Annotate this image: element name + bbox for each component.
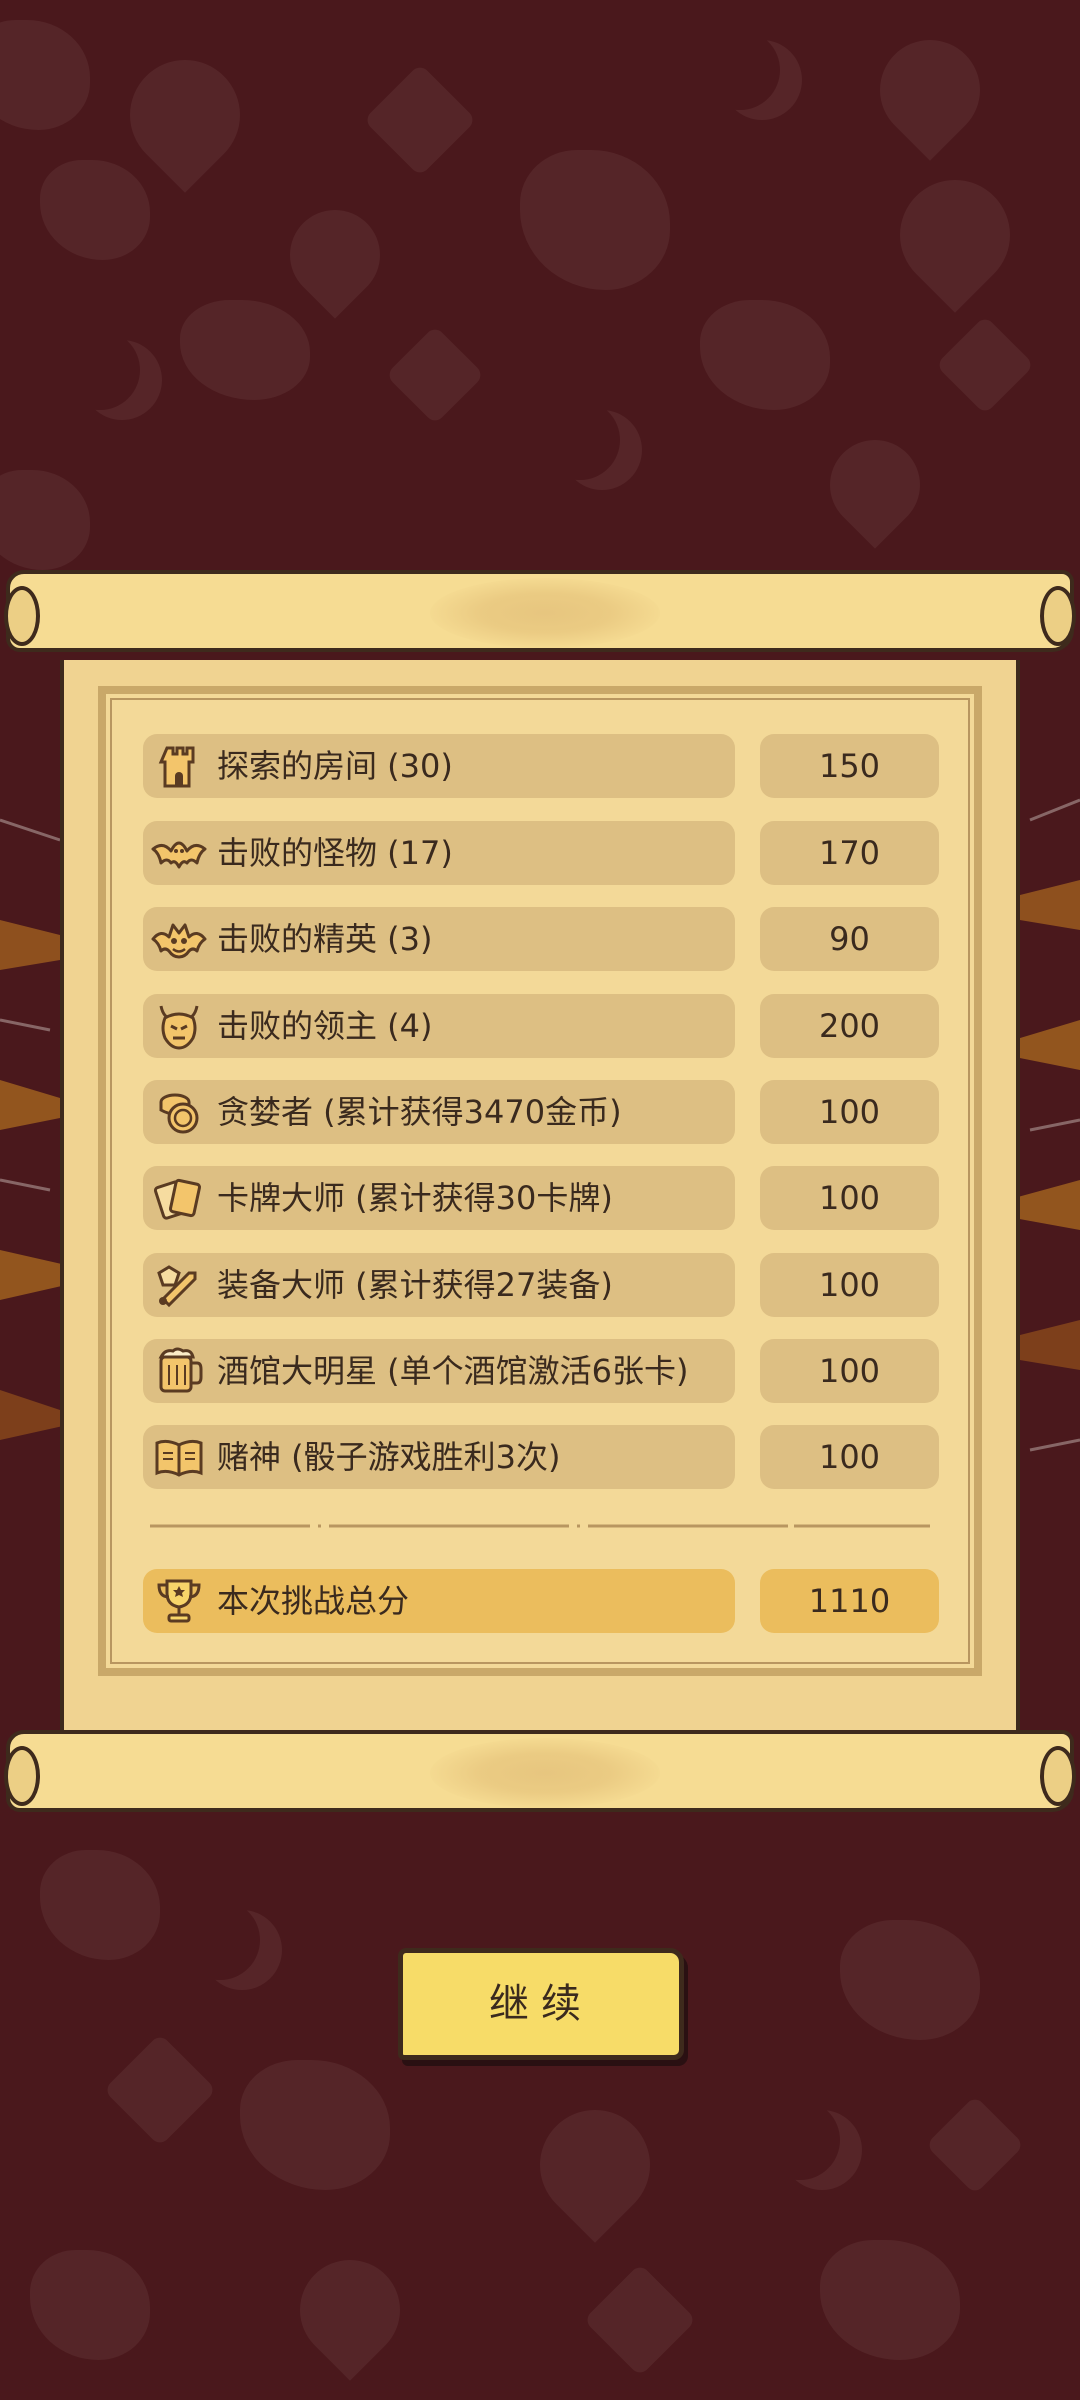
total-label-pill: 本次挑战总分 — [143, 1569, 735, 1633]
background-moon-shape — [540, 400, 620, 480]
score-label-pill: 击败的怪物 (17) — [143, 821, 735, 885]
score-label: 赌神 (骰子游戏胜利3次) — [217, 1438, 561, 1476]
bat-icon — [151, 841, 207, 869]
background-moon-shape — [760, 2100, 840, 2180]
continue-button[interactable]: 继续 — [398, 1948, 684, 2060]
background-rock-shape — [0, 20, 90, 130]
score-value: 100 — [760, 1425, 939, 1489]
score-value: 200 — [760, 994, 939, 1058]
score-label: 击败的怪物 (17) — [217, 834, 453, 872]
score-row-tavern: 酒馆大明星 (单个酒馆激活6张卡) 100 — [143, 1339, 939, 1403]
boss-icon — [159, 1005, 199, 1050]
score-row-greedy: 贪婪者 (累计获得3470金币) 100 — [143, 1080, 939, 1144]
score-label-pill: 赌神 (骰子游戏胜利3次) — [143, 1425, 735, 1489]
score-label: 装备大师 (累计获得27装备) — [217, 1266, 613, 1304]
background-diamond-shape — [583, 2263, 697, 2377]
background-drop-shape — [279, 2239, 421, 2381]
score-value: 150 — [760, 734, 939, 798]
score-value: 100 — [760, 1253, 939, 1317]
score-row-monsters: 击败的怪物 (17) 170 — [143, 821, 939, 885]
score-row-equipment: 装备大师 (累计获得27装备) 100 — [143, 1253, 939, 1317]
score-label: 探索的房间 (30) — [217, 747, 453, 785]
background-rock-shape — [0, 470, 90, 570]
trophy-icon — [157, 1579, 201, 1623]
background-moon-shape — [60, 330, 140, 410]
background-drop-shape — [271, 191, 399, 319]
background-rock-shape — [520, 150, 670, 290]
roller-curl — [4, 586, 40, 646]
score-value: 100 — [760, 1339, 939, 1403]
total-label: 本次挑战总分 — [217, 1582, 410, 1620]
background-diamond-shape — [935, 315, 1035, 415]
background-rock-shape — [240, 2060, 390, 2190]
roller-curl — [1040, 586, 1076, 646]
score-row-cards: 卡牌大师 (累计获得30卡牌) 100 — [143, 1166, 939, 1230]
roller-curl — [1040, 1746, 1076, 1806]
background-drop-shape — [811, 421, 939, 549]
background-moon-shape — [180, 1900, 260, 1980]
background-diamond-shape — [385, 325, 485, 425]
background-rock-shape — [30, 2250, 150, 2360]
background-rock-shape — [820, 2240, 960, 2360]
total-value: 1110 — [760, 1569, 939, 1633]
scroll-emblem — [430, 578, 660, 648]
score-row-rooms: 探索的房间 (30) 150 — [143, 734, 939, 798]
background-rock-shape — [700, 300, 830, 410]
score-value: 90 — [760, 907, 939, 971]
book-icon — [155, 1439, 203, 1477]
score-label: 酒馆大明星 (单个酒馆激活6张卡) — [217, 1352, 689, 1390]
scroll-top-roller — [4, 570, 1076, 652]
score-label-pill: 卡牌大师 (累计获得30卡牌) — [143, 1166, 735, 1230]
score-row-gambler: 赌神 (骰子游戏胜利3次) 100 — [143, 1425, 939, 1489]
background-diamond-shape — [925, 2095, 1025, 2195]
background-drop-shape — [877, 157, 1033, 313]
score-label-pill: 装备大师 (累计获得27装备) — [143, 1253, 735, 1317]
tower-icon — [158, 746, 195, 788]
background-diamond-shape — [103, 2033, 217, 2147]
score-label-pill: 击败的精英 (3) — [143, 907, 735, 971]
score-label-pill: 击败的领主 (4) — [143, 994, 735, 1058]
background-drop-shape — [859, 19, 1001, 161]
background-drop-shape — [107, 37, 263, 193]
score-label: 击败的精英 (3) — [217, 920, 433, 958]
tankard-icon — [158, 1347, 203, 1393]
score-value: 100 — [760, 1080, 939, 1144]
divider-line — [150, 1524, 930, 1528]
score-row-total: 本次挑战总分 1110 — [143, 1569, 939, 1633]
background-rock-shape — [840, 1920, 980, 2040]
score-label: 击败的领主 (4) — [217, 1007, 433, 1045]
cards-icon — [153, 1178, 202, 1220]
roller-curl — [4, 1746, 40, 1806]
score-row-bosses: 击败的领主 (4) 200 — [143, 994, 939, 1058]
scroll-emblem — [430, 1738, 660, 1808]
background-rock-shape — [40, 1850, 160, 1960]
background-diamond-shape — [363, 63, 477, 177]
score-value: 100 — [760, 1166, 939, 1230]
scroll-bottom-roller — [4, 1730, 1076, 1812]
coins-icon — [159, 1093, 199, 1134]
score-label-pill: 贪婪者 (累计获得3470金币) — [143, 1080, 735, 1144]
background-drop-shape — [517, 2087, 673, 2243]
score-label-pill: 探索的房间 (30) — [143, 734, 735, 798]
score-value: 170 — [760, 821, 939, 885]
equipment-icon — [157, 1265, 197, 1308]
score-label: 贪婪者 (累计获得3470金币) — [217, 1093, 622, 1131]
background-rock-shape — [180, 300, 310, 400]
score-row-elites: 击败的精英 (3) 90 — [143, 907, 939, 971]
score-label: 卡牌大师 (累计获得30卡牌) — [217, 1179, 613, 1217]
background-rock-shape — [40, 160, 150, 260]
elite-monster-icon — [151, 923, 207, 959]
background-moon-shape — [700, 30, 780, 110]
score-label-pill: 酒馆大明星 (单个酒馆激活6张卡) — [143, 1339, 735, 1403]
